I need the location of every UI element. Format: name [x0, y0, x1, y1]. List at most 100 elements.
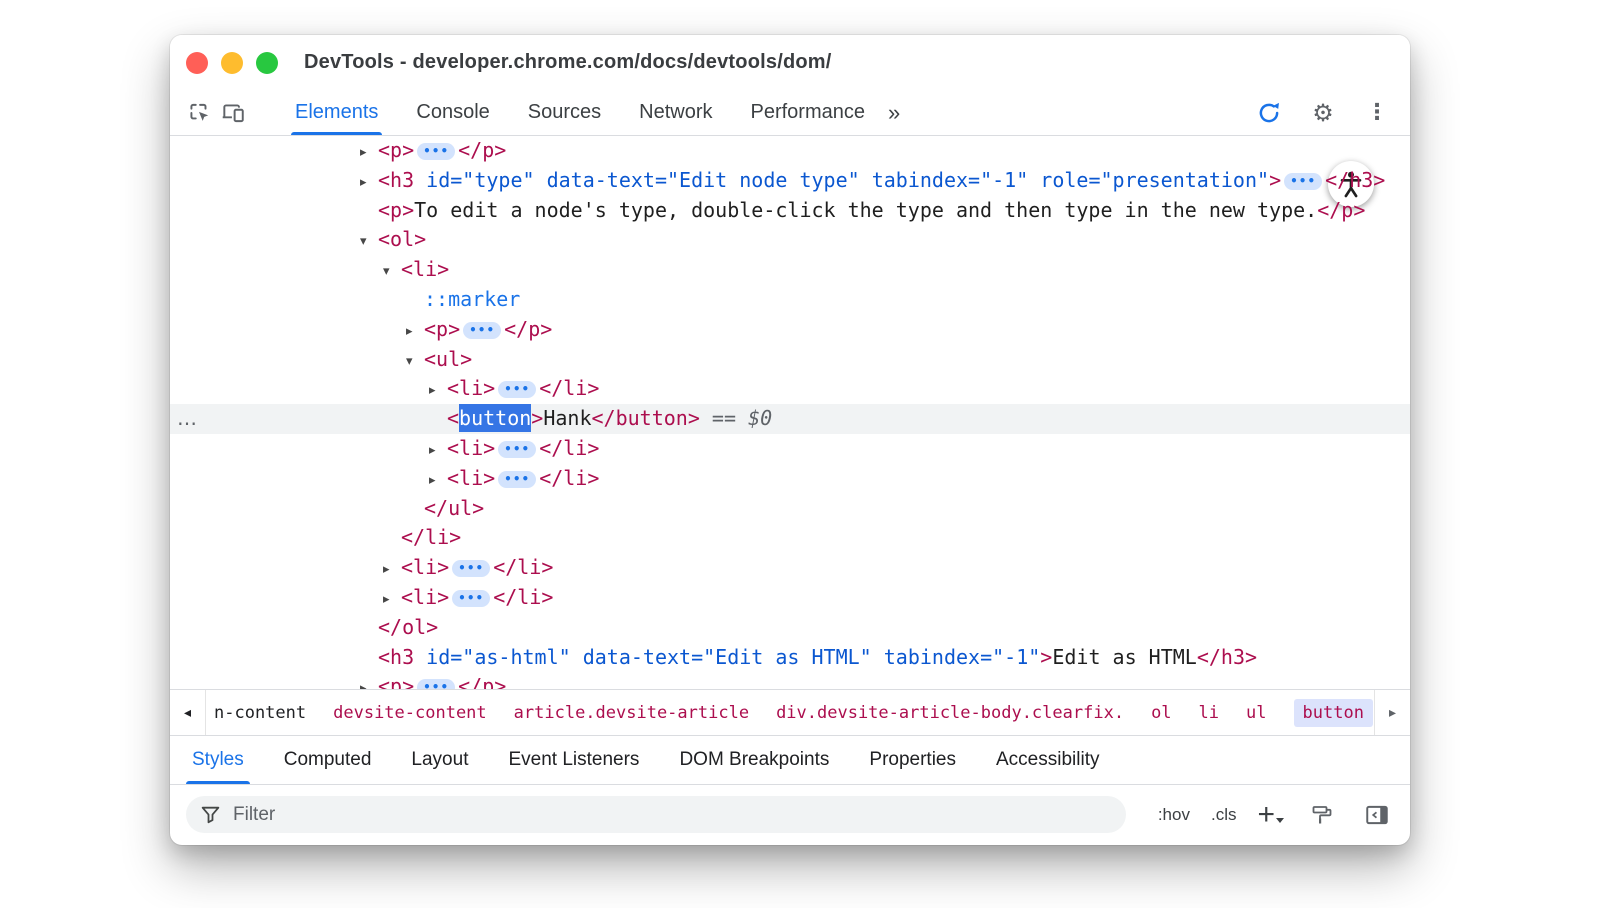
- token-tag: </h3>: [1325, 168, 1385, 192]
- panel-tab-computed[interactable]: Computed: [264, 736, 392, 784]
- expand-arrow-icon[interactable]: ▸: [360, 674, 378, 689]
- collapsed-content-ellipsis-icon[interactable]: •••: [452, 590, 490, 607]
- collapsed-content-ellipsis-icon[interactable]: •••: [452, 560, 490, 577]
- dom-tree-row[interactable]: ▸<li>•••</li>: [170, 583, 1410, 613]
- collapsed-content-ellipsis-icon[interactable]: •••: [498, 441, 536, 458]
- token-text: Hank: [543, 406, 591, 430]
- inspect-element-button[interactable]: [182, 96, 216, 130]
- token-tag: </p>: [1317, 198, 1365, 222]
- collapsed-content-ellipsis-icon[interactable]: •••: [417, 679, 455, 689]
- tab-sources[interactable]: Sources: [509, 90, 620, 135]
- token-tag: <ol>: [378, 227, 426, 251]
- dom-tree-row[interactable]: ▸<li>•••</li>: [170, 553, 1410, 583]
- new-style-rule-button[interactable]: +: [1257, 802, 1284, 828]
- dom-tree-row[interactable]: ▸<li>•••</li>: [170, 374, 1410, 404]
- minimize-button[interactable]: [221, 52, 243, 74]
- close-button[interactable]: [186, 52, 208, 74]
- token-attr: id="type": [414, 168, 534, 192]
- collapsed-content-ellipsis-icon[interactable]: •••: [1284, 173, 1322, 190]
- toggle-element-state-button[interactable]: :hov: [1158, 805, 1190, 825]
- dom-tree-row[interactable]: ▸<h3 id="type" data-text="Edit node type…: [170, 166, 1410, 196]
- token-tag: </li>: [401, 525, 461, 549]
- token-text: Edit as HTML: [1052, 645, 1197, 669]
- breadcrumb-item-ul[interactable]: ul: [1246, 703, 1266, 723]
- collapse-arrow-icon[interactable]: ▾: [383, 257, 401, 287]
- zoom-button[interactable]: [256, 52, 278, 74]
- tab-console[interactable]: Console: [397, 90, 508, 135]
- collapsed-content-ellipsis-icon[interactable]: •••: [417, 143, 455, 160]
- expand-arrow-icon[interactable]: ▸: [429, 436, 447, 466]
- token-attr: tabindex="-1": [860, 168, 1029, 192]
- breadcrumb-scroll-right-button[interactable]: ▸: [1374, 690, 1410, 735]
- collapse-arrow-icon[interactable]: ▾: [360, 227, 378, 257]
- dom-tree-row[interactable]: ▸<li>•••</li>: [170, 434, 1410, 464]
- panel-tab-dom-breakpoints[interactable]: DOM Breakpoints: [659, 736, 849, 784]
- devtools-toolbar: ElementsConsoleSourcesNetworkPerformance…: [170, 90, 1410, 136]
- breadcrumb-item-ol[interactable]: ol: [1151, 703, 1171, 723]
- dom-tree-row[interactable]: <h3 id="as-html" data-text="Edit as HTML…: [170, 643, 1410, 673]
- refresh-icon: [1256, 100, 1282, 126]
- dom-tree-row[interactable]: ▾<ul>: [170, 345, 1410, 375]
- refresh-button[interactable]: [1252, 96, 1286, 130]
- devtools-window: DevTools - developer.chrome.com/docs/dev…: [170, 35, 1410, 845]
- expand-arrow-icon[interactable]: ▸: [406, 317, 424, 347]
- breadcrumb-item-div-devsite-article-body-clearfix-[interactable]: div.devsite-article-body.clearfix.: [776, 703, 1124, 723]
- dock-sidebar-icon: [1364, 802, 1390, 828]
- dom-tree-row[interactable]: ▾<li>: [170, 255, 1410, 285]
- dom-tree-row[interactable]: ▸<li>•••</li>: [170, 464, 1410, 494]
- expand-arrow-icon[interactable]: ▸: [360, 168, 378, 198]
- tab-performance[interactable]: Performance: [732, 90, 885, 135]
- token-tag: <p>: [378, 674, 414, 689]
- breadcrumb-item-li[interactable]: li: [1199, 703, 1219, 723]
- expand-arrow-icon[interactable]: ▸: [429, 376, 447, 406]
- collapse-arrow-icon[interactable]: ▾: [406, 347, 424, 377]
- dom-tree-row[interactable]: ▸<p>•••</p>: [170, 672, 1410, 689]
- dom-tree-row[interactable]: <p>To edit a node's type, double-click t…: [170, 196, 1410, 226]
- tab-network[interactable]: Network: [620, 90, 731, 135]
- token-eq: ==: [700, 406, 748, 430]
- expand-arrow-icon[interactable]: ▸: [383, 555, 401, 585]
- token-tag: <p>: [378, 138, 414, 162]
- panel-tab-event-listeners[interactable]: Event Listeners: [488, 736, 659, 784]
- collapsed-content-ellipsis-icon[interactable]: •••: [463, 322, 501, 339]
- token-tag: </li>: [493, 555, 553, 579]
- tab-elements[interactable]: Elements: [276, 90, 397, 135]
- token-tag: <li>: [401, 585, 449, 609]
- token-tag: </li>: [539, 466, 599, 490]
- token-tag: </p>: [458, 674, 506, 689]
- filter-input[interactable]: Filter: [186, 796, 1126, 833]
- panel-tab-accessibility[interactable]: Accessibility: [976, 736, 1119, 784]
- collapsed-content-ellipsis-icon[interactable]: •••: [498, 471, 536, 488]
- token-tagsel: button: [459, 404, 531, 432]
- breadcrumb-item-n-content[interactable]: n-content: [214, 703, 306, 723]
- settings-button[interactable]: ⚙: [1306, 96, 1340, 130]
- dom-tree-row-selected[interactable]: …<button>Hank</button> == $0: [170, 404, 1410, 434]
- dom-tree-row[interactable]: ▾<ol>: [170, 225, 1410, 255]
- expand-arrow-icon[interactable]: ▸: [360, 138, 378, 168]
- row-more-actions-icon[interactable]: …: [177, 404, 197, 434]
- panel-tab-styles[interactable]: Styles: [172, 736, 264, 784]
- more-tabs-icon[interactable]: »: [888, 100, 900, 126]
- expand-arrow-icon[interactable]: ▸: [429, 466, 447, 496]
- token-attr: id="as-html": [414, 645, 571, 669]
- panel-tab-properties[interactable]: Properties: [849, 736, 976, 784]
- panel-tab-layout[interactable]: Layout: [391, 736, 488, 784]
- rendering-button[interactable]: [1305, 798, 1339, 832]
- dom-tree-row[interactable]: </ol>: [170, 613, 1410, 643]
- token-attr: data-text="Edit as HTML": [571, 645, 872, 669]
- dom-tree-row[interactable]: </li>: [170, 523, 1410, 553]
- device-toolbar-button[interactable]: [216, 96, 250, 130]
- menu-button[interactable]: ⋮: [1360, 96, 1394, 130]
- breadcrumb-scroll-left-button[interactable]: ◂: [170, 690, 206, 735]
- dom-tree-row[interactable]: ▸<p>•••</p>: [170, 136, 1410, 166]
- breadcrumb-item-button[interactable]: button: [1294, 699, 1373, 727]
- expand-arrow-icon[interactable]: ▸: [383, 585, 401, 615]
- dom-tree-row[interactable]: </ul>: [170, 494, 1410, 524]
- dom-tree-row[interactable]: ▸<p>•••</p>: [170, 315, 1410, 345]
- collapsed-content-ellipsis-icon[interactable]: •••: [498, 381, 536, 398]
- breadcrumb-item-devsite-content[interactable]: devsite-content: [333, 703, 487, 723]
- element-classes-button[interactable]: .cls: [1211, 805, 1237, 825]
- dom-tree-row[interactable]: ::marker: [170, 285, 1410, 315]
- toggle-sidebar-button[interactable]: [1360, 798, 1394, 832]
- breadcrumb-item-article-devsite-article[interactable]: article.devsite-article: [514, 703, 749, 723]
